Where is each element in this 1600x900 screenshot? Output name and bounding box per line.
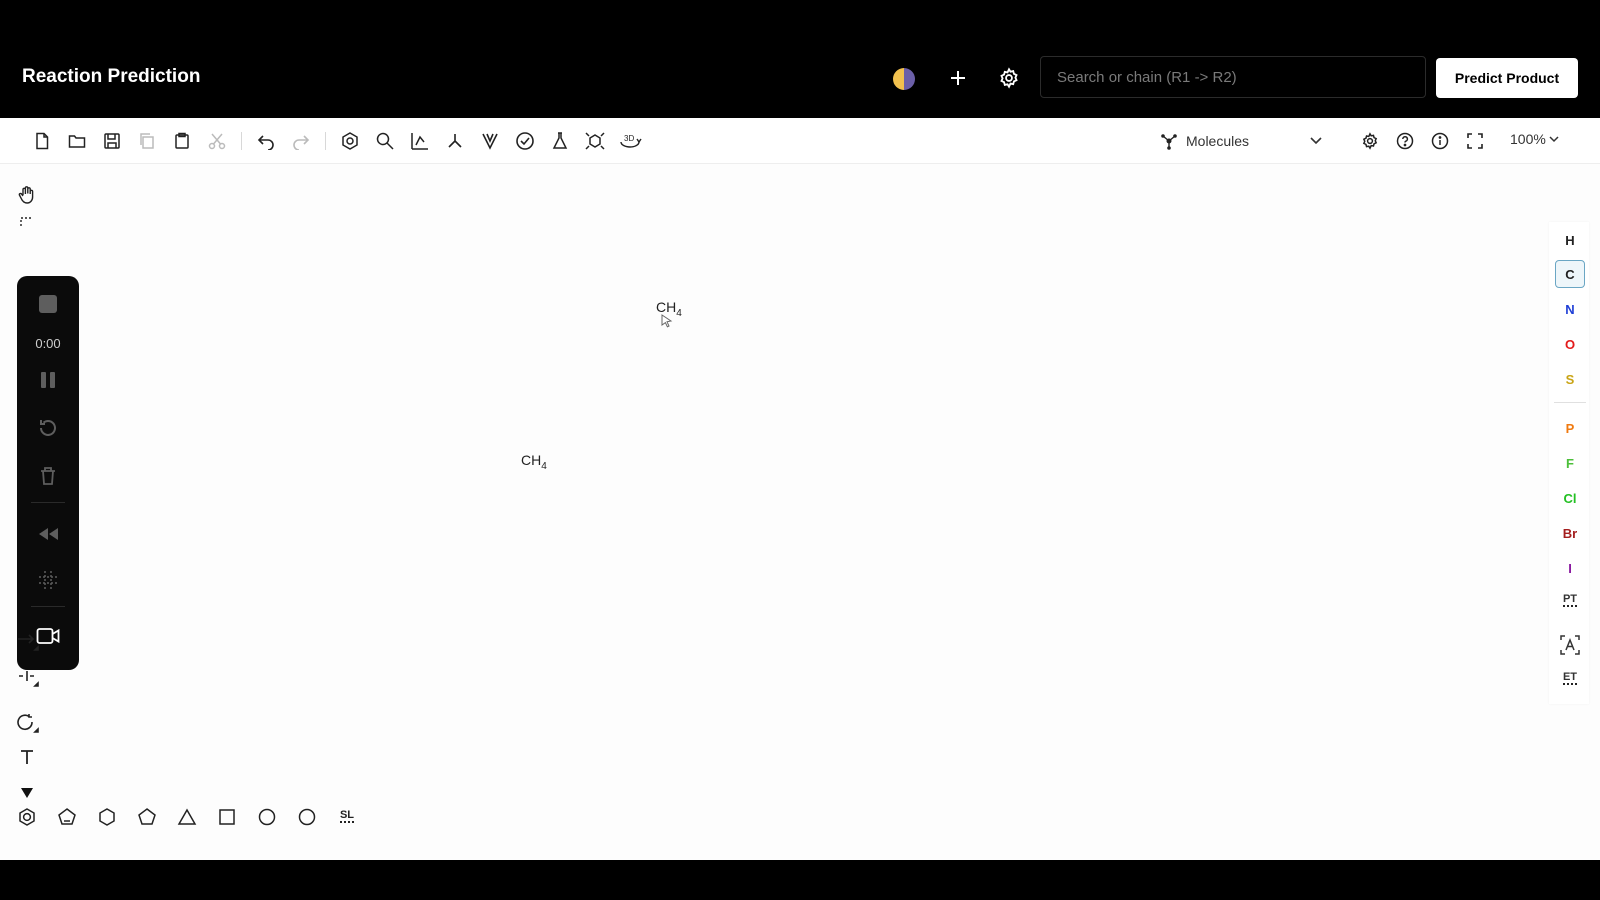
element-br-button[interactable]: Br	[1555, 519, 1585, 547]
fullscreen-icon[interactable]	[1463, 129, 1487, 153]
calculate-icon[interactable]	[548, 129, 572, 153]
pause-icon[interactable]	[34, 366, 62, 394]
redo-icon[interactable]	[289, 129, 313, 153]
element-f-button[interactable]: F	[1555, 449, 1585, 477]
recorder-divider	[31, 606, 65, 607]
bottom-bar	[0, 860, 1600, 900]
element-c-button[interactable]: C	[1555, 260, 1585, 288]
cyclopentadiene-icon[interactable]	[54, 804, 80, 830]
periodic-table-button[interactable]: PT	[1557, 588, 1583, 614]
cycloheptane-icon[interactable]	[254, 804, 280, 830]
molecule-label[interactable]: CH4	[521, 452, 547, 472]
element-p-button[interactable]: P	[1555, 414, 1585, 442]
element-panel: H C N O S P F Cl Br I PT ET	[1549, 222, 1589, 704]
recorder-panel: 0:00	[17, 276, 79, 670]
element-n-button[interactable]: N	[1555, 295, 1585, 323]
check-structure-icon[interactable]	[513, 129, 537, 153]
chevron-down-icon	[1549, 136, 1559, 143]
mode-select-label: Molecules	[1186, 133, 1250, 149]
text-tool-icon[interactable]	[14, 744, 40, 770]
reaction-arrow-icon[interactable]	[14, 628, 40, 654]
cyclohexane-icon[interactable]	[94, 804, 120, 830]
3d-view-icon[interactable]: 3D	[618, 129, 642, 153]
molecule-editor: 3D Molecules 100% 0:00 SL CH4 CH4 H C N …	[0, 118, 1600, 860]
extended-table-label: ET	[1562, 670, 1578, 683]
aromatize-icon[interactable]	[338, 129, 362, 153]
editor-toolbar: 3D Molecules 100%	[0, 118, 1600, 164]
settings-icon[interactable]	[1358, 129, 1382, 153]
structure-library-label: SL	[339, 808, 355, 821]
explicit-hydrogens-icon[interactable]	[583, 129, 607, 153]
benzene-icon[interactable]	[14, 804, 40, 830]
header-bar: Reaction Prediction Predict Product	[0, 36, 1600, 118]
recording-time: 0:00	[35, 336, 61, 351]
copy-icon[interactable]	[135, 129, 159, 153]
molecule-icon	[1161, 134, 1177, 150]
cyclopentane-icon[interactable]	[134, 804, 160, 830]
rotate-tool-icon[interactable]	[14, 710, 40, 736]
mouse-cursor-icon	[661, 314, 673, 328]
extended-table-button[interactable]: ET	[1557, 666, 1583, 692]
chevron-down-icon	[1308, 132, 1324, 148]
zoom-select[interactable]: 100%	[1510, 131, 1560, 147]
rewind-icon[interactable]	[34, 520, 62, 548]
cyclobutane-icon[interactable]	[214, 804, 240, 830]
search-input[interactable]	[1040, 56, 1426, 98]
save-icon[interactable]	[100, 129, 124, 153]
help-icon[interactable]	[1393, 129, 1417, 153]
info-icon[interactable]	[1428, 129, 1452, 153]
toolbar-divider	[241, 132, 242, 150]
clean-structure-icon[interactable]	[443, 129, 467, 153]
structure-library-button[interactable]: SL	[334, 804, 360, 830]
zoom-level: 100%	[1510, 131, 1546, 147]
cut-icon[interactable]	[205, 129, 229, 153]
predict-product-button[interactable]: Predict Product	[1436, 58, 1578, 98]
element-o-button[interactable]: O	[1555, 330, 1585, 358]
atom-label-icon[interactable]	[1557, 632, 1583, 658]
plus-icon[interactable]	[944, 64, 972, 92]
drawing-canvas[interactable]: 0:00 SL CH4 CH4 H C N O S P F Cl Br I PT…	[0, 164, 1600, 860]
layout-icon[interactable]	[408, 129, 432, 153]
toolbar-divider	[325, 132, 326, 150]
element-cl-button[interactable]: Cl	[1555, 484, 1585, 512]
stop-icon[interactable]	[34, 290, 62, 318]
hand-tool-icon[interactable]	[14, 182, 40, 208]
trash-icon[interactable]	[34, 462, 62, 490]
element-h-button[interactable]: H	[1555, 226, 1585, 254]
triangle-down-icon[interactable]	[14, 784, 40, 802]
element-s-button[interactable]: S	[1555, 365, 1585, 393]
periodic-table-label: PT	[1562, 592, 1578, 605]
open-folder-icon[interactable]	[65, 129, 89, 153]
restart-icon[interactable]	[34, 414, 62, 442]
new-file-icon[interactable]	[30, 129, 54, 153]
element-divider	[1554, 402, 1586, 403]
app-window: Reaction Prediction Predict Product	[0, 0, 1600, 900]
undo-icon[interactable]	[254, 129, 278, 153]
page-title: Reaction Prediction	[22, 66, 201, 87]
mode-select[interactable]: Molecules	[1160, 126, 1330, 156]
gear-icon[interactable]	[995, 64, 1023, 92]
element-i-button[interactable]: I	[1555, 554, 1585, 582]
reaction-plus-icon[interactable]	[14, 664, 40, 690]
cyclooctane-icon[interactable]	[294, 804, 320, 830]
cyclopropane-icon[interactable]	[174, 804, 200, 830]
paste-icon[interactable]	[170, 129, 194, 153]
theme-toggle-icon[interactable]	[893, 68, 915, 90]
grid-icon[interactable]	[34, 566, 62, 594]
stereo-icon[interactable]	[478, 129, 502, 153]
recorder-divider	[31, 502, 65, 503]
zoom-find-icon[interactable]	[373, 129, 397, 153]
svg-text:3D: 3D	[624, 134, 634, 143]
select-tool-icon[interactable]	[14, 216, 40, 230]
